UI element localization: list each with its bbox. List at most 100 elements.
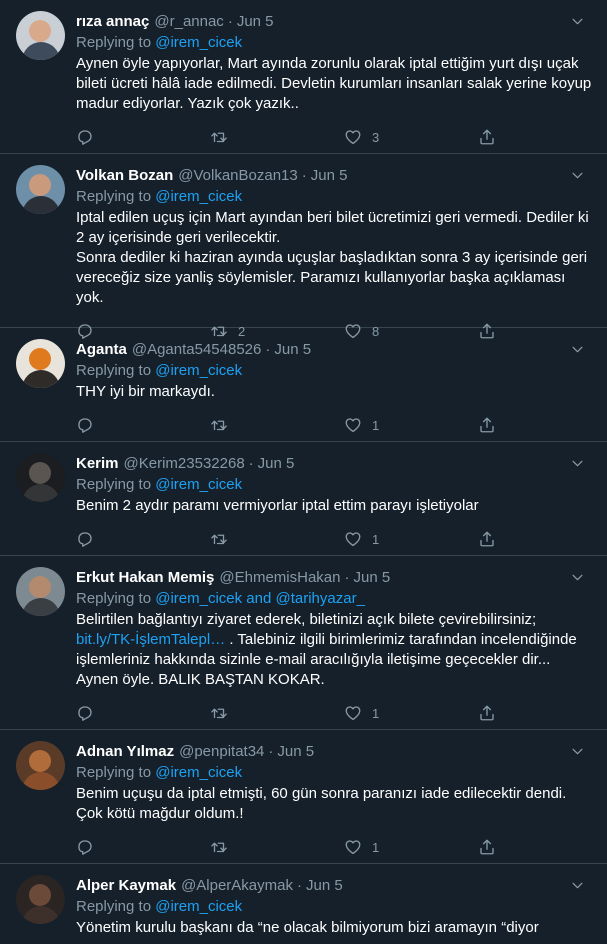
- share-button[interactable]: [478, 416, 506, 434]
- tweet-text: THY iyi bir markaydı.: [76, 383, 215, 400]
- share-icon: [480, 705, 494, 721]
- mention-link[interactable]: @irem_cicek: [155, 764, 242, 781]
- like-button[interactable]: 3: [344, 128, 478, 146]
- like-count: 1: [372, 839, 380, 855]
- chevron-down-icon[interactable]: [570, 168, 585, 183]
- author-handle[interactable]: @r_annac: [154, 13, 223, 30]
- timestamp[interactable]: Jun 5: [274, 341, 311, 358]
- author-name[interactable]: Volkan Bozan: [76, 167, 173, 184]
- retweet-button[interactable]: [210, 416, 344, 434]
- retweet-button[interactable]: [210, 128, 344, 146]
- tweet[interactable]: Kerim @Kerim23532268 · Jun 5 Replying to…: [0, 442, 607, 556]
- mention-link[interactable]: @irem_cicek and @tarihyazar_: [155, 590, 365, 607]
- like-icon: [345, 418, 361, 433]
- author-name[interactable]: Aganta: [76, 341, 127, 358]
- action-bar: 1: [76, 694, 506, 732]
- share-icon: [480, 839, 494, 855]
- reply-icon: [78, 532, 92, 547]
- tweet[interactable]: Alper Kaymak @AlperAkaymak · Jun 5 Reply…: [0, 864, 607, 944]
- tweet[interactable]: Volkan Bozan @VolkanBozan13 · Jun 5 Repl…: [0, 154, 607, 339]
- author-name[interactable]: Alper Kaymak: [76, 877, 176, 894]
- retweet-icon: [211, 708, 227, 719]
- avatar[interactable]: [16, 741, 65, 790]
- avatar[interactable]: [16, 11, 65, 60]
- reply-icon: [78, 706, 92, 721]
- tweet-text: Iptal edilen uçuş için Mart ayından beri…: [76, 209, 589, 306]
- url-link[interactable]: bit.ly/TK-İşlemTalepl…: [76, 631, 225, 648]
- like-button[interactable]: 1: [344, 838, 478, 856]
- like-count: 1: [372, 705, 380, 721]
- reply-feed: rıza annaç @r_annac · Jun 5 Replying to …: [0, 0, 607, 944]
- tweet-text: Benim 2 aydır paramı vermiyorlar iptal e…: [76, 497, 479, 514]
- author-handle[interactable]: @penpitat34: [179, 743, 264, 760]
- tweet-text: Belirtilen bağlantıyı ziyaret ederek, bi…: [76, 611, 577, 688]
- share-button[interactable]: [478, 128, 506, 146]
- like-button[interactable]: 1: [344, 530, 478, 548]
- reply-button[interactable]: [76, 838, 210, 856]
- action-bar: 1: [76, 828, 506, 866]
- action-bar: 1: [76, 520, 506, 558]
- share-icon: [480, 129, 494, 145]
- like-count: 1: [372, 531, 380, 547]
- mention-link[interactable]: @irem_cicek: [155, 898, 242, 915]
- author-handle[interactable]: @EhmemisHakan: [219, 569, 340, 586]
- share-icon: [480, 531, 494, 547]
- timestamp[interactable]: Jun 5: [258, 455, 295, 472]
- retweet-icon: [211, 132, 227, 143]
- author-handle[interactable]: @Aganta54548526: [132, 341, 262, 358]
- reply-icon: [78, 130, 92, 145]
- chevron-down-icon[interactable]: [570, 342, 585, 357]
- like-count: 1: [372, 417, 380, 433]
- chevron-down-icon[interactable]: [570, 878, 585, 893]
- share-button[interactable]: [478, 838, 506, 856]
- share-button[interactable]: [478, 704, 506, 722]
- author-handle[interactable]: @Kerim23532268: [124, 455, 245, 472]
- mention-link[interactable]: @irem_cicek: [155, 34, 242, 51]
- author-name[interactable]: Adnan Yılmaz: [76, 743, 174, 760]
- reply-button[interactable]: [76, 416, 210, 434]
- chevron-down-icon[interactable]: [570, 744, 585, 759]
- mention-link[interactable]: @irem_cicek: [155, 362, 242, 379]
- retweet-button[interactable]: [210, 704, 344, 722]
- share-icon: [480, 417, 494, 433]
- chevron-down-icon[interactable]: [570, 14, 585, 29]
- timestamp[interactable]: Jun 5: [277, 743, 314, 760]
- tweet[interactable]: Adnan Yılmaz @penpitat34 · Jun 5 Replyin…: [0, 730, 607, 864]
- avatar[interactable]: [16, 165, 65, 214]
- tweet-text: Aynen öyle yapıyorlar, Mart ayında zorun…: [76, 55, 592, 112]
- retweet-button[interactable]: [210, 838, 344, 856]
- like-button[interactable]: 1: [344, 704, 478, 722]
- avatar[interactable]: [16, 453, 65, 502]
- timestamp[interactable]: Jun 5: [354, 569, 391, 586]
- tweet[interactable]: Erkut Hakan Memiş @EhmemisHakan · Jun 5 …: [0, 556, 607, 730]
- like-icon: [345, 706, 361, 721]
- avatar[interactable]: [16, 567, 65, 616]
- mention-link[interactable]: @irem_cicek: [155, 476, 242, 493]
- like-count: 3: [372, 129, 380, 145]
- reply-button[interactable]: [76, 128, 210, 146]
- timestamp[interactable]: Jun 5: [237, 13, 274, 30]
- timestamp[interactable]: Jun 5: [311, 167, 348, 184]
- reply-button[interactable]: [76, 530, 210, 548]
- author-handle[interactable]: @VolkanBozan13: [178, 167, 297, 184]
- avatar[interactable]: [16, 339, 65, 388]
- tweet[interactable]: Aganta @Aganta54548526 · Jun 5 Replying …: [0, 328, 607, 442]
- like-button[interactable]: 1: [344, 416, 478, 434]
- retweet-icon: [211, 534, 227, 545]
- retweet-button[interactable]: [210, 530, 344, 548]
- author-handle[interactable]: @AlperAkaymak: [181, 877, 293, 894]
- author-name[interactable]: Erkut Hakan Memiş: [76, 569, 214, 586]
- share-button[interactable]: [478, 530, 506, 548]
- author-name[interactable]: Kerim: [76, 455, 119, 472]
- like-icon: [345, 532, 361, 547]
- chevron-down-icon[interactable]: [570, 570, 585, 585]
- tweet[interactable]: rıza annaç @r_annac · Jun 5 Replying to …: [0, 0, 607, 154]
- reply-icon: [78, 840, 92, 855]
- action-bar: 3: [76, 118, 506, 156]
- avatar[interactable]: [16, 875, 65, 924]
- author-name[interactable]: rıza annaç: [76, 13, 149, 30]
- mention-link[interactable]: @irem_cicek: [155, 188, 242, 205]
- reply-button[interactable]: [76, 704, 210, 722]
- chevron-down-icon[interactable]: [570, 456, 585, 471]
- timestamp[interactable]: Jun 5: [306, 877, 343, 894]
